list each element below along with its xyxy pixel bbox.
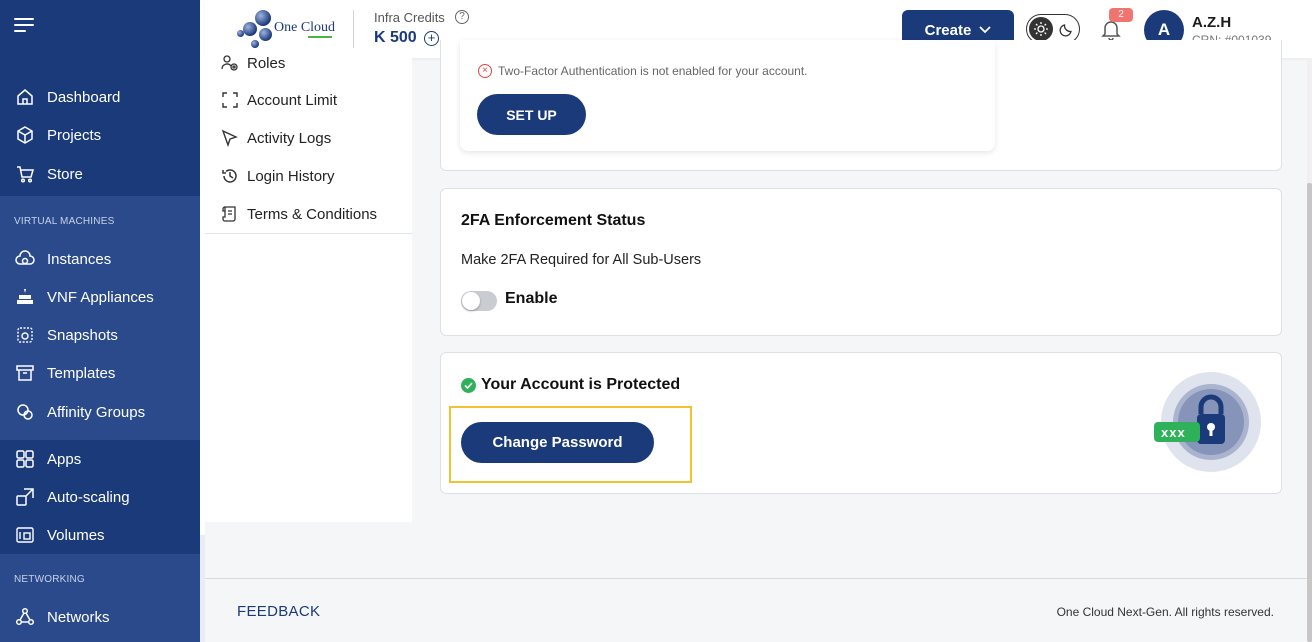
sidebar-item-templates[interactable]: Templates [14,361,115,385]
main-scroll-thumb[interactable] [1307,183,1312,642]
section-label: VIRTUAL MACHINES [14,216,115,227]
warning-text: Two-Factor Authentication is not enabled… [498,64,808,78]
sidebar-group-virtual-machines: VIRTUAL MACHINES Instances VNF Appliance… [0,196,200,440]
sidebar-item-label: Snapshots [47,326,118,344]
credits-label: Infra Credits [374,10,445,25]
protection-status: Your Account is Protected [481,376,681,393]
sidebar-item-snapshots[interactable]: Snapshots [14,323,118,347]
two-factor-card: × Two-Factor Authentication is not enabl… [440,40,1282,171]
error-icon: × [478,64,492,78]
settings-submenu: Roles Account Limit Activity Logs Login … [205,55,412,522]
sidebar-group-main: Dashboard Projects Store [0,76,200,196]
roles-icon [219,53,241,73]
notification-badge: 2 [1109,8,1133,22]
divider [205,233,412,234]
chevron-down-icon [979,26,991,34]
cloud-icon [14,248,36,270]
affinity-icon [14,401,36,423]
sidebar-item-label: Networks [47,608,110,626]
enforcement-title: 2FA Enforcement Status [461,212,646,229]
enforcement-description: Make 2FA Required for All Sub-Users [461,252,702,268]
autoscale-icon [14,486,36,508]
brand-logo[interactable]: One Cloud [237,10,347,50]
sidebar-group-apps: Apps Auto-scaling Volumes [0,440,200,554]
sidebar-item-vnf-appliances[interactable]: VNF Appliances [14,285,154,309]
sidebar-item-label: Instances [47,250,112,268]
sidebar-item-label: Affinity Groups [47,403,146,421]
help-icon[interactable]: ? [455,10,469,24]
sidebar-item-projects[interactable]: Projects [14,123,101,147]
snapshot-icon [14,324,36,346]
enforcement-toggle-label: Enable [505,290,558,307]
sidebar: Dashboard Projects Store VIRTUAL MACHINE… [0,0,205,642]
cube-icon [14,124,36,146]
sidebar-item-label: Dashboard [47,88,121,106]
protection-card: Your Account is Protected Change Passwor… [440,352,1282,494]
sidebar-item-apps[interactable]: Apps [14,447,81,471]
submenu-item-label: Terms & Conditions [247,205,378,223]
menu-icon[interactable] [14,18,34,32]
sidebar-item-label: Apps [47,450,82,468]
sidebar-item-label: Volumes [47,526,105,544]
submenu-item-label: Activity Logs [247,129,332,147]
sidebar-item-label: Templates [47,364,116,382]
submenu-item-account-limit[interactable]: Account Limit [219,89,337,111]
two-factor-warning: × Two-Factor Authentication is not enabl… [478,64,808,78]
submenu-item-login-history[interactable]: Login History [219,165,335,187]
submenu-item-label: Account Limit [247,91,338,109]
submenu-item-activity-logs[interactable]: Activity Logs [219,127,331,149]
submenu-item-roles[interactable]: Roles [219,52,285,74]
enforcement-card: 2FA Enforcement Status Make 2FA Required… [440,188,1282,336]
lock-icon: xxx [1154,372,1261,472]
moon-icon [1057,19,1077,39]
sidebar-item-label: Projects [47,126,102,144]
network-icon [14,606,36,628]
sidebar-item-affinity-groups[interactable]: Affinity Groups [14,400,145,424]
history-icon [219,166,241,186]
cart-icon [14,163,36,185]
sidebar-item-networks[interactable]: Networks [14,605,110,629]
sidebar-group-networking: NETWORKING Networks [0,554,200,642]
scroll-icon [219,204,241,224]
footer: FEEDBACK One Cloud Next-Gen. All rights … [205,578,1307,642]
sidebar-item-dashboard[interactable]: Dashboard [14,85,120,109]
account-limit-icon [219,90,241,110]
home-icon [14,86,36,108]
volume-icon [14,524,36,546]
sidebar-item-label: VNF Appliances [47,288,154,306]
main-scrollbar[interactable] [1307,58,1312,642]
sidebar-item-label: Store [47,165,83,183]
copyright-text: One Cloud Next-Gen. All rights reserved. [1056,605,1274,619]
user-name[interactable]: A.Z.H [1192,14,1231,31]
credits-value: K 500 [374,29,417,46]
logo-text: One Cloud [274,20,336,35]
section-label: NETWORKING [14,574,85,585]
enforcement-toggle[interactable] [461,291,497,311]
sidebar-item-instances[interactable]: Instances [14,247,111,271]
check-circle-icon [461,378,476,393]
submenu-item-label: Roles [247,54,286,72]
cursor-icon [219,128,241,148]
firewall-icon [14,286,36,308]
sun-icon [1029,17,1053,41]
password-mask-text: xxx [1161,425,1186,440]
sidebar-item-auto-scaling[interactable]: Auto-scaling [14,485,130,509]
divider [353,10,354,48]
create-button-label: Create [924,21,972,39]
submenu-item-label: Login History [247,167,335,185]
template-icon [14,362,36,384]
sidebar-item-volumes[interactable]: Volumes [14,523,105,547]
setup-button[interactable]: SET UP [477,94,586,135]
sidebar-item-store[interactable]: Store [14,162,83,186]
sidebar-item-label: Auto-scaling [47,488,130,506]
submenu-item-terms-conditions[interactable]: Terms & Conditions [219,203,377,225]
apps-grid-icon [14,448,36,470]
change-password-button[interactable]: Change Password [461,422,654,463]
feedback-link[interactable]: FEEDBACK [237,603,320,620]
